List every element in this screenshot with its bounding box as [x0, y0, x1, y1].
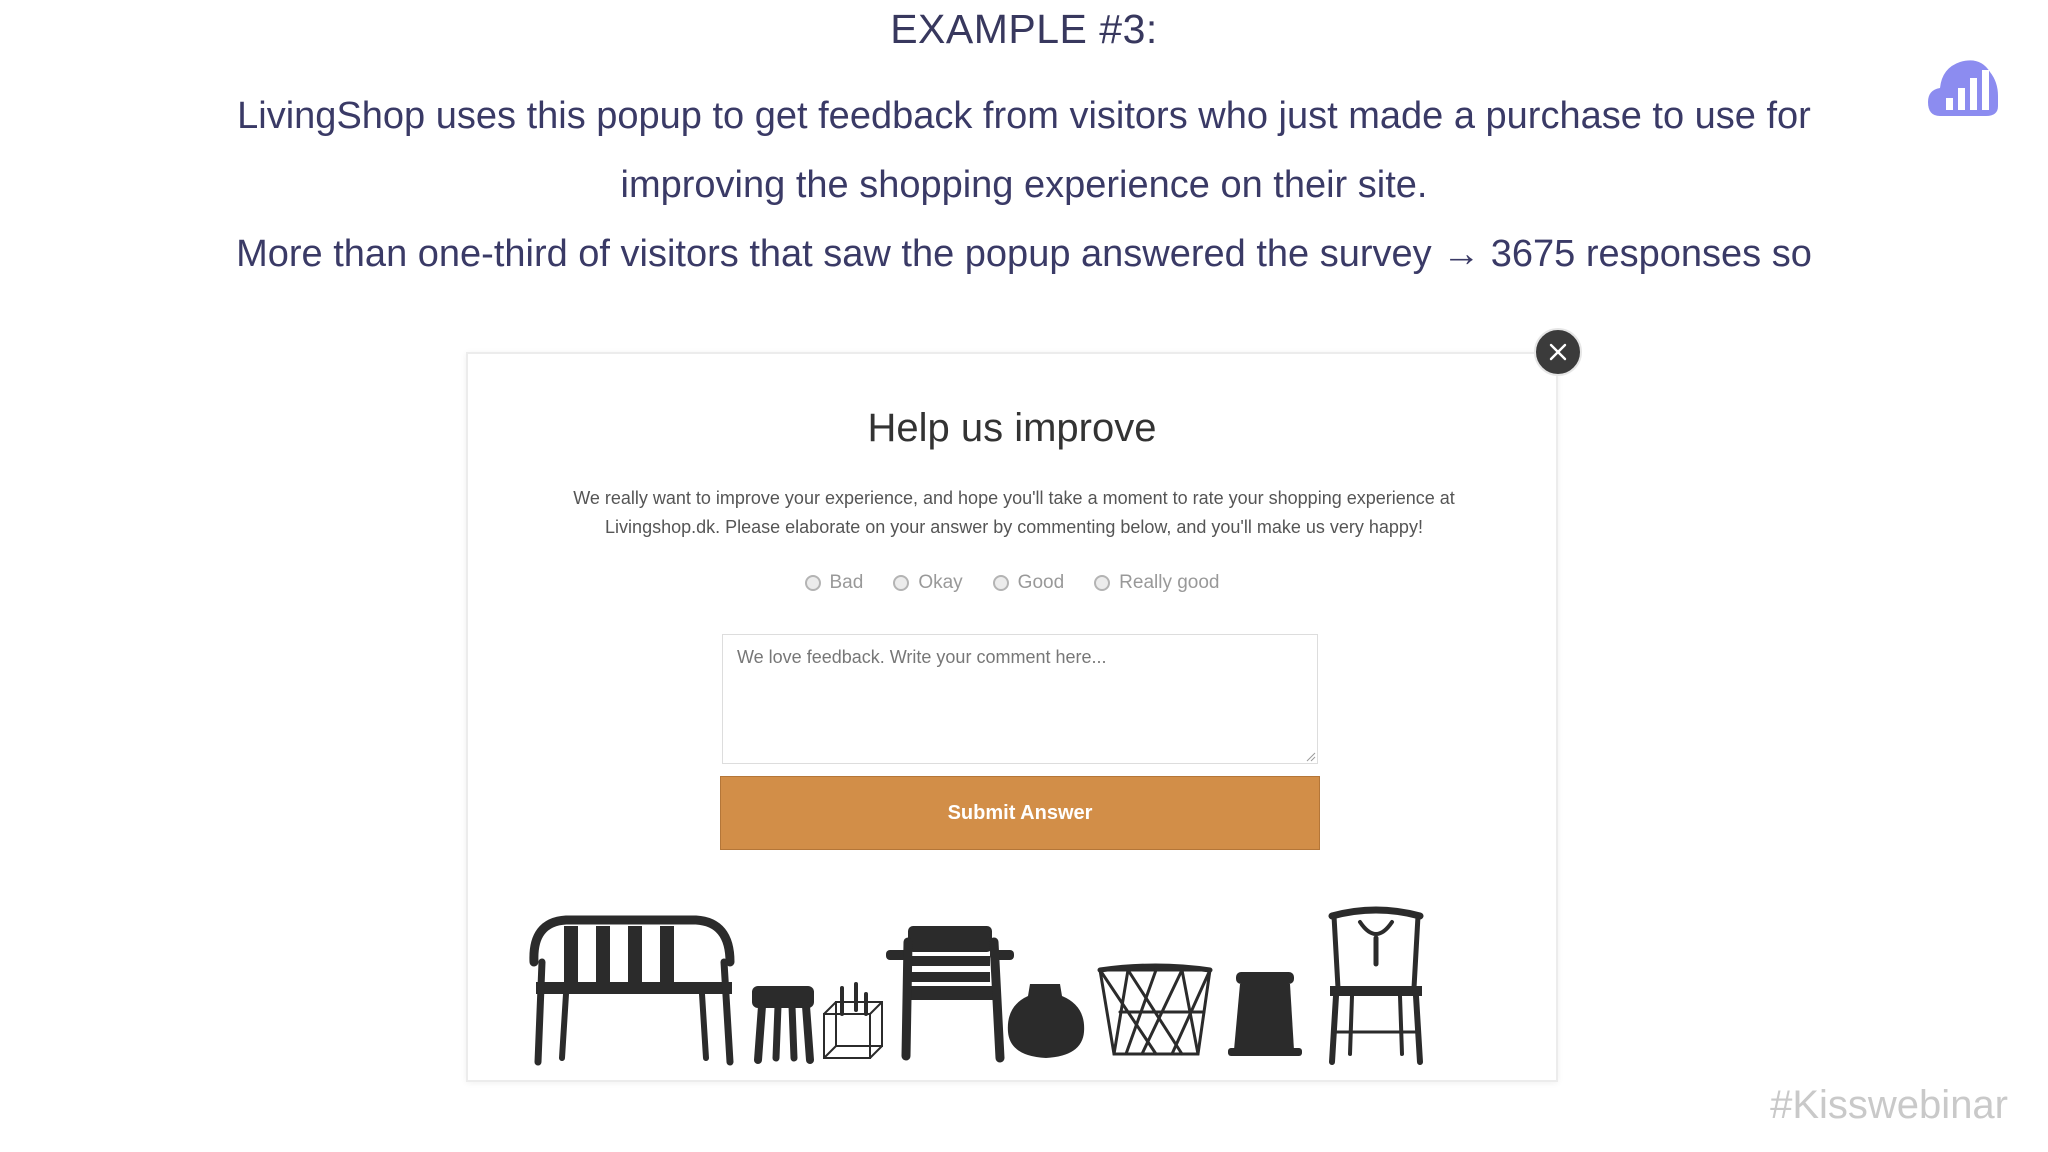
popup-description: We really want to improve your experienc… — [538, 484, 1490, 542]
slide-paragraph-line-3: More than one-third of visitors that saw… — [236, 233, 1812, 275]
radio-button[interactable] — [1094, 575, 1111, 591]
rating-label: Okay — [918, 572, 963, 593]
rating-label: Bad — [829, 572, 864, 593]
rating-label: Good — [1017, 572, 1065, 593]
bench-icon — [529, 915, 735, 1066]
rating-option-bad[interactable]: Bad — [804, 572, 864, 594]
comment-textarea[interactable] — [722, 634, 1318, 764]
feedback-popup: Help us improve We really want to improv… — [466, 352, 1558, 1082]
submit-answer-button[interactable]: Submit Answer — [720, 776, 1320, 850]
rating-option-really-good[interactable]: Really good — [1094, 572, 1220, 594]
popup-heading: Help us improve — [867, 406, 1157, 450]
slide-paragraph-line-2: improving the shopping experience on the… — [620, 164, 1428, 206]
close-button[interactable] — [1534, 328, 1582, 376]
radio-button[interactable] — [893, 575, 910, 591]
popup-description-line-1: We really want to improve your experienc… — [573, 488, 1455, 508]
vase-icon — [1007, 984, 1085, 1058]
wishbone-chair-icon — [1328, 906, 1424, 1065]
resize-grip-icon[interactable] — [1306, 752, 1316, 762]
radio-button[interactable] — [804, 575, 821, 591]
stool-icon — [752, 986, 814, 1064]
slide-title: EXAMPLE #3: — [890, 6, 1158, 52]
hashtag-label: #Kisswebinar — [1770, 1083, 2008, 1127]
side-table-icon — [1228, 972, 1302, 1056]
close-icon — [1549, 343, 1567, 361]
popup-description-line-2: Livingshop.dk. Please elaborate on your … — [605, 517, 1423, 537]
furniture-illustration — [529, 906, 1424, 1066]
rating-label: Really good — [1119, 572, 1220, 593]
slide-paragraph-line-1: LivingShop uses this popup to get feedba… — [237, 95, 1811, 137]
wire-basket-icon — [1097, 963, 1213, 1056]
lounge-chair-icon — [886, 926, 1014, 1063]
bar-chart-cloud-icon — [1928, 48, 1998, 118]
wire-box-icon — [823, 982, 883, 1059]
radio-button[interactable] — [992, 575, 1009, 591]
rating-options: Bad Okay Good Really good — [468, 572, 1556, 594]
rating-option-okay[interactable]: Okay — [893, 572, 963, 594]
rating-option-good[interactable]: Good — [992, 572, 1065, 594]
